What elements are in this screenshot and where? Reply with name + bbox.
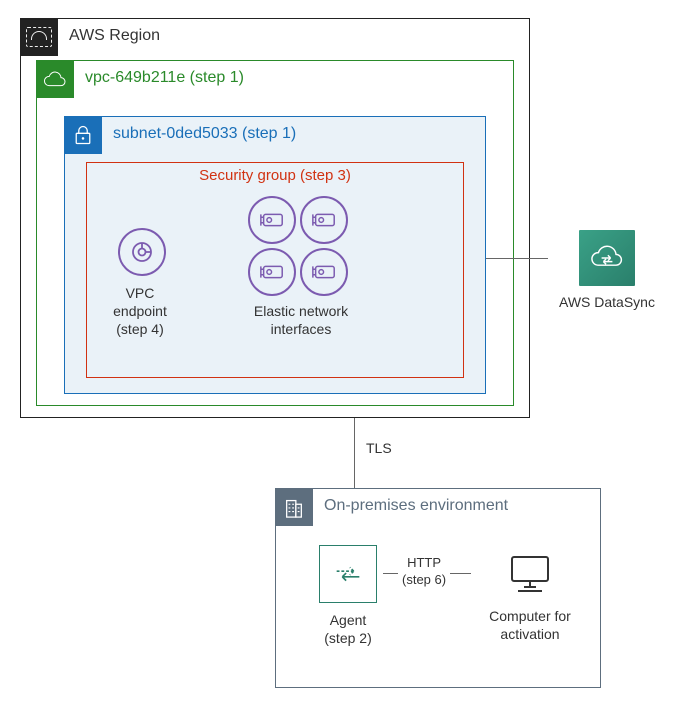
eni-label: Elastic network interfaces xyxy=(236,302,366,338)
connection-tls xyxy=(354,418,355,488)
computer-for-activation: Computer for activation xyxy=(470,545,590,643)
building-icon xyxy=(275,488,313,526)
vpc-endpoint-icon xyxy=(118,228,166,276)
eni-icon xyxy=(300,196,348,244)
subnet-label: subnet-0ded5033 (step 1) xyxy=(113,125,296,143)
agent-icon xyxy=(319,545,377,603)
connection-subnet-to-datasync xyxy=(486,258,548,259)
lock-icon xyxy=(64,116,102,154)
architecture-diagram: AWS Region vpc-649b211e (step 1) subnet-… xyxy=(0,0,694,701)
cloud-dashed-icon xyxy=(20,18,58,56)
security-group-label: Security group (step 3) xyxy=(87,167,463,184)
agent: Agent (step 2) xyxy=(300,545,396,647)
on-prem-label: On-premises environment xyxy=(324,497,508,515)
eni-icon xyxy=(300,248,348,296)
aws-region-label: AWS Region xyxy=(69,27,160,45)
eni-icon xyxy=(248,196,296,244)
eni-icon xyxy=(248,248,296,296)
eni-icon-group xyxy=(248,196,350,298)
aws-datasync-service: AWS DataSync xyxy=(552,230,662,310)
computer-label: Computer for activation xyxy=(470,607,590,643)
datasync-label: AWS DataSync xyxy=(552,294,662,310)
computer-icon xyxy=(502,545,558,601)
vpc-cloud-icon xyxy=(36,60,74,98)
http-label: HTTP (step 6) xyxy=(398,555,450,589)
agent-label: Agent (step 2) xyxy=(300,611,396,647)
tls-label: TLS xyxy=(362,440,396,456)
vpc-label: vpc-649b211e (step 1) xyxy=(85,69,244,87)
vpc-endpoint-label: VPC endpoint (step 4) xyxy=(86,284,194,339)
datasync-icon xyxy=(579,230,635,286)
